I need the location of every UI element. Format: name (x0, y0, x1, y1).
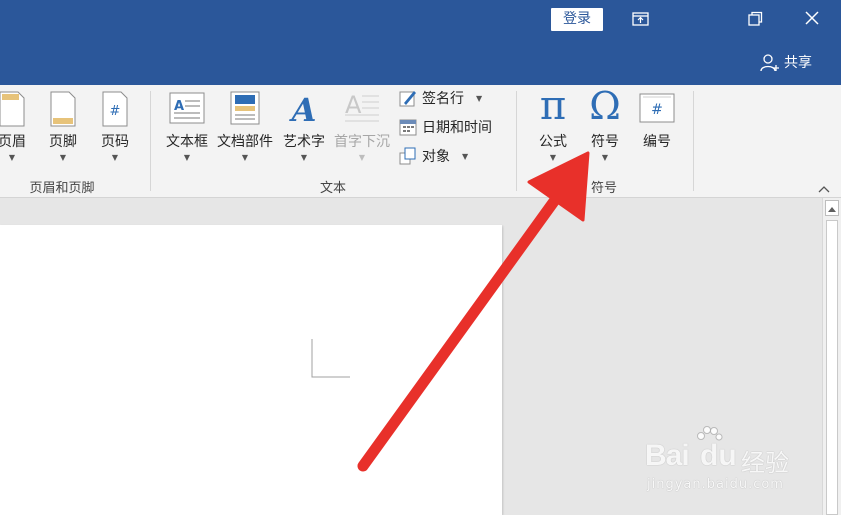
quick-parts-label: 文档部件 (217, 134, 273, 150)
chevron-down-icon: ▼ (241, 153, 249, 162)
quick-parts-button[interactable]: 文档部件 ▼ (215, 91, 275, 171)
date-time-label: 日期和时间 (422, 120, 492, 136)
wordart-glyph: A (289, 91, 317, 127)
person-add-icon (760, 54, 779, 72)
object-icon (399, 147, 416, 165)
drop-cap-label: 首字下沉 (334, 134, 390, 150)
watermark-brand-cn: 经验 (741, 449, 789, 477)
group-label-symbols: 符号 (590, 181, 617, 196)
close-button[interactable] (797, 8, 827, 30)
chevron-up-icon (818, 186, 830, 193)
watermark-brand-paw: du (700, 439, 737, 472)
chevron-down-icon: ▼ (358, 153, 366, 162)
group-separator (150, 91, 151, 191)
textbox-button[interactable]: A 文本框 ▼ (162, 91, 212, 171)
equation-button[interactable]: π 公式 ▼ (530, 83, 576, 168)
header-icon (0, 91, 25, 127)
number-icon: # (639, 93, 675, 123)
chevron-down-icon: ▼ (300, 153, 308, 162)
chevron-down-icon: ▼ (183, 153, 191, 162)
vertical-scrollbar[interactable] (822, 198, 841, 515)
symbol-label: 符号 (591, 134, 619, 150)
share-label: 共享 (784, 55, 812, 71)
group-separator (693, 91, 694, 191)
signature-line-button[interactable]: 签名行 ▼ (398, 87, 482, 109)
textbox-label: 文本框 (166, 134, 208, 150)
omega-icon: Ω (589, 84, 621, 128)
watermark: Bai du 经验 jingyan.baidu.com (645, 425, 805, 505)
group-label-text: 文本 (319, 181, 346, 196)
textbox-icon: A (169, 92, 205, 124)
ribbon-display-options-button[interactable] (626, 8, 656, 30)
chevron-down-icon: ▼ (111, 153, 119, 162)
hash-glyph: # (651, 102, 663, 118)
wordart-icon: A (289, 91, 317, 127)
signature-label: 签名行 (422, 91, 464, 107)
chevron-down-icon: ▼ (59, 153, 67, 162)
group-label-header-footer: 页眉和页脚 (29, 181, 95, 196)
wordart-label: 艺术字 (283, 134, 325, 150)
object-label: 对象 (422, 149, 450, 165)
equation-label: 公式 (539, 134, 567, 150)
page-number-button[interactable]: # 页码 ▼ (92, 91, 138, 171)
margin-corner-mark (311, 339, 350, 378)
chevron-down-icon: ▼ (601, 153, 609, 162)
watermark-url: jingyan.baidu.com (647, 477, 784, 492)
page-number-icon: # (102, 91, 128, 127)
drop-cap-icon: A (345, 91, 379, 122)
close-icon (805, 11, 819, 25)
scroll-up-arrow-icon (828, 207, 836, 212)
document-page[interactable] (0, 225, 502, 515)
share-button[interactable]: 共享 (760, 52, 812, 74)
wordart-button[interactable]: A 艺术字 ▼ (279, 91, 329, 171)
login-button[interactable]: 登录 (551, 8, 603, 31)
footer-label: 页脚 (49, 134, 77, 150)
watermark-brand: Bai (645, 439, 690, 472)
number-button[interactable]: # 编号 (634, 88, 680, 168)
quick-parts-icon (230, 91, 260, 125)
date-time-button[interactable]: 日期和时间 (398, 116, 492, 138)
group-separator (516, 91, 517, 191)
chevron-down-icon: ▼ (462, 151, 469, 161)
scroll-thumb[interactable] (826, 220, 838, 515)
calendar-icon (399, 119, 417, 136)
svg-text:A: A (174, 99, 184, 114)
signature-icon (399, 91, 416, 107)
page-number-label: 页码 (101, 134, 129, 150)
collapse-ribbon-button[interactable] (816, 181, 832, 195)
number-label: 编号 (643, 134, 671, 150)
scroll-up-button[interactable] (825, 200, 839, 216)
footer-button[interactable]: 页脚 ▼ (40, 91, 86, 171)
chevron-down-icon: ▼ (8, 153, 16, 162)
drop-cap-button: A 首字下沉 ▼ (332, 91, 392, 171)
object-button[interactable]: 对象 ▼ (398, 145, 468, 167)
header-label: 页眉 (0, 134, 26, 150)
chevron-down-icon: ▼ (476, 93, 483, 103)
pi-icon: π (539, 83, 567, 129)
restore-button[interactable] (740, 8, 770, 30)
header-button[interactable]: 页眉 ▼ (0, 91, 38, 171)
hash-glyph: # (110, 104, 121, 119)
chevron-down-icon: ▼ (549, 153, 557, 162)
symbol-button[interactable]: Ω 符号 ▼ (582, 84, 628, 168)
title-bar (0, 0, 841, 85)
footer-icon (50, 91, 76, 127)
restore-icon (748, 11, 763, 26)
ribbon-display-icon (632, 12, 649, 26)
